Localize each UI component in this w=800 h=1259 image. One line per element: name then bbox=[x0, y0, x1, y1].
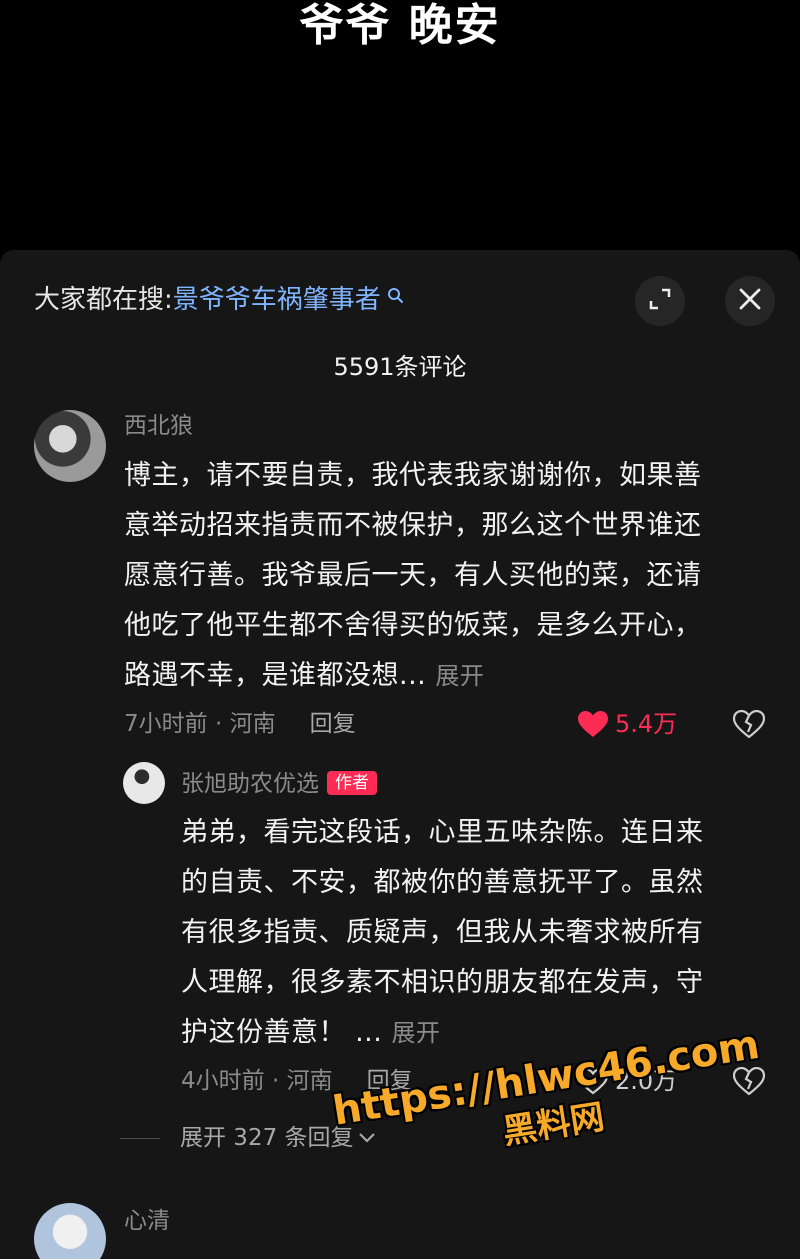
comment-count: 5591条评论 bbox=[333, 353, 467, 381]
avatar[interactable] bbox=[34, 1203, 106, 1259]
search-icon bbox=[381, 288, 405, 310]
search-term-link[interactable]: 景爷爷车祸肇事者 bbox=[173, 285, 381, 315]
comment-line: 他吃了他平生都不舍得买的饭菜，是多么开心， bbox=[124, 610, 702, 641]
comment-line: 愿意行善。我爷最后一天，有人买他的菜，还请 bbox=[124, 560, 702, 591]
comment-meta: 7小时前 · 河南 回复 bbox=[124, 708, 356, 740]
comment-username[interactable]: 西北狼 bbox=[124, 410, 193, 442]
comment-line: 意举动招来指责而不被保护，那么这个世界谁还 bbox=[124, 510, 702, 541]
expand-icon bbox=[647, 286, 673, 316]
video-caption: 爷爷 晚安 bbox=[299, 0, 501, 51]
expand-comment-link[interactable]: 展开 bbox=[435, 662, 484, 690]
reply-body[interactable]: 弟弟，看完这段话，心里五味杂陈。连日来 的自责、不安，都被你的善意抚平了。虽然 … bbox=[181, 808, 704, 1058]
reply-button[interactable]: 回复 bbox=[310, 711, 356, 737]
reply-line: 护这份善意！ ... bbox=[181, 1017, 383, 1048]
author-badge: 作者 bbox=[327, 771, 377, 795]
dislike-button[interactable] bbox=[732, 709, 766, 742]
close-icon bbox=[738, 287, 762, 315]
expand-button[interactable] bbox=[635, 276, 685, 326]
reply-line: 弟弟，看完这段话，心里五味杂陈。连日来 bbox=[181, 817, 704, 848]
reply-time-location: 4小时前 · 河南 bbox=[181, 1068, 333, 1094]
close-button[interactable] bbox=[725, 276, 775, 326]
reply-avatar[interactable] bbox=[123, 762, 165, 804]
expand-replies-label: 展开 327 条回复 bbox=[180, 1125, 354, 1151]
broken-heart-icon bbox=[732, 709, 766, 742]
reply-line: 人理解，很多素不相识的朋友都在发声，守 bbox=[181, 967, 704, 998]
comment-line: 路遇不幸，是谁都没想... bbox=[124, 660, 427, 691]
comment-time-location: 7小时前 · 河南 bbox=[124, 711, 276, 737]
like-count: 5.4万 bbox=[615, 710, 678, 738]
comment-username[interactable]: 心清 bbox=[124, 1205, 170, 1237]
reply-line: 的自责、不安，都被你的善意抚平了。虽然 bbox=[181, 867, 704, 898]
avatar[interactable] bbox=[34, 410, 106, 482]
reply-username[interactable]: 张旭助农优选 作者 bbox=[181, 768, 377, 800]
comment-body[interactable]: 博主，请不要自责，我代表我家谢谢你，如果善 意举动招来指责而不被保护，那么这个世… bbox=[124, 451, 702, 701]
heart-filled-icon bbox=[577, 710, 609, 738]
comment-line: 博主，请不要自责，我代表我家谢谢你，如果善 bbox=[124, 460, 702, 491]
search-suggestion[interactable]: 大家都在搜:景爷爷车祸肇事者 bbox=[34, 282, 405, 318]
divider bbox=[120, 1137, 160, 1139]
video-area[interactable]: 爷爷 晚安 bbox=[0, 0, 800, 262]
expand-reply-link[interactable]: 展开 bbox=[391, 1019, 440, 1047]
reply-username-text: 张旭助农优选 bbox=[181, 771, 319, 797]
like-button[interactable]: 5.4万 bbox=[577, 708, 677, 740]
search-prefix: 大家都在搜: bbox=[34, 285, 173, 315]
reply-line: 有很多指责、质疑声，但我从未奢求被所有 bbox=[181, 917, 704, 948]
